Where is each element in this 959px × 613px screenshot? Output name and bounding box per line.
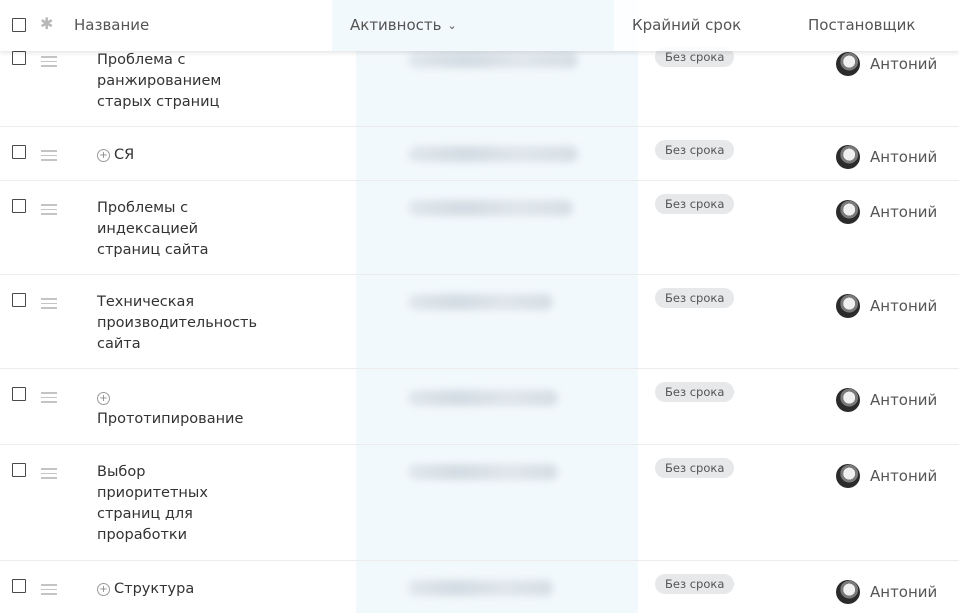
plus-circle-icon[interactable]: +: [97, 392, 110, 405]
task-title-text[interactable]: Прототипирование: [97, 411, 243, 427]
assignee-name[interactable]: Антоний: [870, 467, 937, 485]
avatar: [836, 580, 860, 604]
assignee[interactable]: Антоний: [836, 388, 937, 412]
row-checkbox[interactable]: [12, 199, 26, 213]
row-checkbox[interactable]: [12, 145, 26, 159]
deadline-badge[interactable]: Без срока: [655, 458, 735, 478]
assignee-name[interactable]: Антоний: [870, 297, 937, 315]
task-title[interactable]: Выбор приоритетных страниц для проработк…: [97, 462, 267, 546]
column-header-activity-label[interactable]: Активность: [350, 16, 441, 34]
activity-content: [408, 294, 553, 310]
select-all-checkbox[interactable]: [12, 18, 26, 32]
row-checkbox[interactable]: [12, 387, 26, 401]
table-row[interactable]: + Прототипирование Без срока Антоний: [0, 368, 959, 445]
deadline-badge[interactable]: Без срока: [655, 382, 735, 402]
drag-handle-icon[interactable]: [41, 204, 57, 215]
row-checkbox[interactable]: [12, 463, 26, 477]
task-list: Проблема с ранжированием старых страниц …: [0, 0, 959, 613]
column-header-deadline[interactable]: Крайний срок: [632, 16, 741, 34]
gear-icon[interactable]: ✱: [40, 14, 53, 33]
task-title[interactable]: + Прототипирование: [97, 388, 267, 430]
assignee-name[interactable]: Антоний: [870, 148, 937, 166]
activity-content: [408, 390, 558, 406]
assignee-name[interactable]: Антоний: [870, 203, 937, 221]
activity-content: [408, 146, 578, 162]
assignee[interactable]: Антоний: [836, 145, 937, 169]
row-checkbox[interactable]: [12, 293, 26, 307]
deadline-badge[interactable]: Без срока: [655, 288, 735, 308]
task-title[interactable]: Техническая производительность сайта: [97, 292, 267, 355]
assignee[interactable]: Антоний: [836, 294, 937, 318]
avatar: [836, 464, 860, 488]
deadline-badge[interactable]: Без срока: [655, 574, 735, 594]
drag-handle-icon[interactable]: [41, 56, 57, 67]
activity-content: [408, 580, 553, 596]
row-checkbox[interactable]: [12, 579, 26, 593]
assignee-name[interactable]: Антоний: [870, 391, 937, 409]
plus-circle-icon[interactable]: +: [97, 149, 110, 162]
drag-handle-icon[interactable]: [41, 468, 57, 479]
deadline-badge[interactable]: Без срока: [655, 140, 735, 160]
task-title[interactable]: + СЯ: [97, 145, 267, 166]
activity-content: [408, 200, 573, 216]
task-title[interactable]: Проблема с ранжированием старых страниц: [97, 50, 267, 113]
assignee[interactable]: Антоний: [836, 580, 937, 604]
avatar: [836, 145, 860, 169]
table-header: ✱ Название Активность ⌄ Крайний срок Пост…: [0, 0, 959, 51]
assignee[interactable]: Антоний: [836, 52, 937, 76]
chevron-down-icon[interactable]: ⌄: [447, 19, 456, 32]
column-header-creator[interactable]: Постановщик: [808, 16, 915, 34]
activity-content: [408, 52, 578, 68]
assignee[interactable]: Антоний: [836, 200, 937, 224]
task-title[interactable]: + Структура: [97, 579, 267, 600]
drag-handle-icon[interactable]: [41, 584, 57, 595]
activity-content: [408, 464, 558, 480]
task-title[interactable]: Проблемы с индексацией страниц сайта: [97, 198, 267, 261]
table-row[interactable]: Техническая производительность сайта Без…: [0, 274, 959, 369]
drag-handle-icon[interactable]: [41, 150, 57, 161]
assignee-name[interactable]: Антоний: [870, 55, 937, 73]
table-row[interactable]: + Структура Без срока Антоний: [0, 560, 959, 613]
column-header-name[interactable]: Название: [74, 16, 149, 34]
table-row[interactable]: Выбор приоритетных страниц для проработк…: [0, 444, 959, 561]
task-title-text[interactable]: СЯ: [114, 147, 134, 163]
task-title-text[interactable]: Структура: [114, 581, 194, 597]
drag-handle-icon[interactable]: [41, 392, 57, 403]
drag-handle-icon[interactable]: [41, 298, 57, 309]
table-row[interactable]: Проблема с ранжированием старых страниц …: [0, 40, 959, 127]
row-checkbox[interactable]: [12, 51, 26, 65]
deadline-badge[interactable]: Без срока: [655, 194, 735, 214]
avatar: [836, 294, 860, 318]
avatar: [836, 200, 860, 224]
table-row[interactable]: + СЯ Без срока Антоний: [0, 126, 959, 181]
table-row[interactable]: Проблемы с индексацией страниц сайта Без…: [0, 180, 959, 275]
avatar: [836, 52, 860, 76]
column-header-activity[interactable]: Активность ⌄: [350, 16, 457, 34]
plus-circle-icon[interactable]: +: [97, 583, 110, 596]
avatar: [836, 388, 860, 412]
assignee[interactable]: Антоний: [836, 464, 937, 488]
assignee-name[interactable]: Антоний: [870, 583, 937, 601]
